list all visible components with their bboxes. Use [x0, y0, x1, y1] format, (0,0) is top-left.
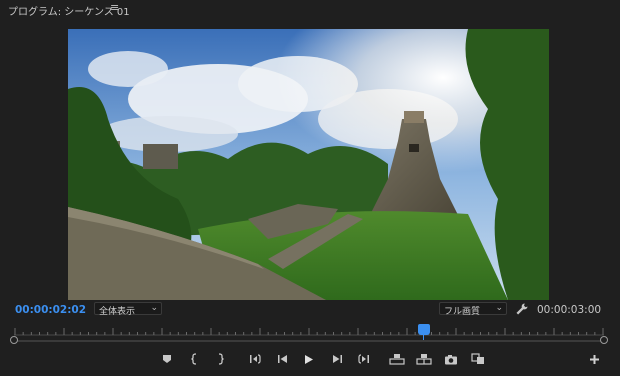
chevron-down-icon: ⌄ [150, 303, 158, 313]
lift-icon [389, 354, 405, 365]
hamburger-menu-icon[interactable]: ≡ [110, 1, 119, 14]
zoom-level-select[interactable]: 全体表示 ⌄ [94, 302, 162, 317]
go-to-out-icon [357, 354, 369, 364]
step-forward-button[interactable] [329, 352, 345, 366]
go-to-in-icon [249, 354, 261, 364]
playback-quality-select[interactable]: フル画質 ⌄ [439, 302, 507, 317]
sequence-duration-timecode: 00:00:03:00 [537, 304, 602, 316]
add-marker-button[interactable] [159, 352, 175, 366]
add-button[interactable] [586, 352, 602, 366]
panel-header: プログラム: シーケンス 01 ≡ [0, 0, 620, 18]
playhead-handle[interactable] [418, 324, 430, 335]
go-to-in-button[interactable] [247, 352, 263, 366]
step-forward-icon [332, 355, 342, 363]
extract-icon [416, 354, 432, 365]
play-button[interactable] [301, 352, 317, 366]
mark-out-button[interactable] [212, 352, 228, 366]
step-back-button[interactable] [274, 352, 290, 366]
zoom-scroll-bar[interactable] [14, 340, 604, 342]
step-back-icon [277, 355, 287, 363]
chevron-down-icon: ⌄ [495, 303, 503, 313]
playback-quality-value: フル画質 [444, 307, 481, 317]
time-ruler[interactable] [14, 322, 604, 336]
current-timecode[interactable]: 00:00:02:02 [15, 304, 86, 316]
extract-button[interactable] [416, 352, 432, 366]
mark-in-icon [191, 353, 197, 365]
mark-in-button[interactable] [187, 352, 203, 366]
comparison-view-icon [471, 353, 484, 364]
add-button-icon [589, 354, 599, 364]
mark-out-icon [218, 353, 224, 365]
lift-button[interactable] [389, 352, 405, 366]
wrench-icon[interactable] [515, 302, 529, 316]
program-monitor-video-frame[interactable] [68, 29, 549, 300]
export-frame-icon [445, 354, 457, 364]
go-to-out-button[interactable] [355, 352, 371, 366]
comparison-view-button[interactable] [470, 352, 486, 366]
add-marker-icon [163, 355, 171, 363]
zoom-level-value: 全体表示 [99, 307, 136, 317]
scroll-bar-left-handle[interactable] [10, 336, 18, 344]
video-frame-image [68, 29, 549, 300]
scroll-bar-right-handle[interactable] [600, 336, 608, 344]
export-frame-button[interactable] [443, 352, 459, 366]
play-icon [305, 354, 313, 364]
